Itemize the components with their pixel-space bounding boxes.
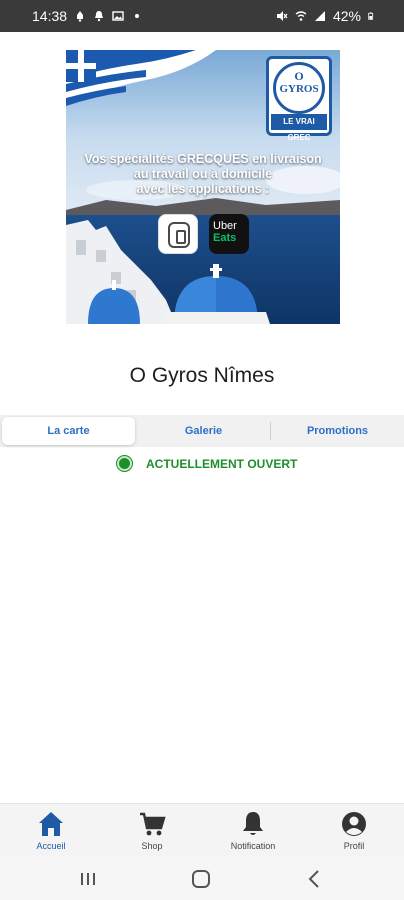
android-navigation-bar [0,857,404,900]
bell-icon [243,812,263,835]
ubereats-app-icon: Uber Eats [209,214,249,254]
nav-notification[interactable]: Notification [218,810,288,851]
notification-bell-icon [95,11,104,22]
status-bar: 14:38 42% [0,0,404,32]
battery-percent: 42% [332,8,361,24]
nav-profil[interactable]: Profil [319,810,389,851]
nav-shop[interactable]: Shop [117,810,187,851]
open-status: ACTUELLEMENT OUVERT [117,456,297,471]
tab-bar: La carte Galerie Promotions [0,415,404,447]
restaurant-title: O Gyros Nîmes [129,364,275,387]
tab-promotions[interactable]: Promotions [271,417,404,445]
status-indicator-dot [117,456,132,471]
banner-text: Vos spécialités GRECQUES en livraison au… [84,152,322,196]
dot-icon [135,14,140,18]
promo-banner[interactable]: O GYROS LE VRAI GREC Vos spécialités GRE… [66,50,340,324]
home-icon [39,812,63,836]
mute-icon [276,11,288,21]
signal-icon [314,11,325,21]
open-status-text: ACTUELLEMENT OUVERT [146,456,298,471]
deliveroo-app-icon [158,214,198,254]
cart-icon [140,812,166,836]
tab-galerie[interactable]: Galerie [137,417,270,445]
back-button-icon[interactable] [303,867,327,891]
o-gyros-logo: O GYROS LE VRAI GREC [266,56,332,142]
home-button-icon[interactable] [189,867,213,891]
profile-icon [342,812,366,836]
battery-icon [368,12,374,20]
bottom-navigation: Accueil Shop Notification Profil [0,803,404,857]
wifi-icon [295,11,307,21]
recent-apps-icon[interactable] [76,867,100,891]
alarm-icon [77,11,84,22]
image-icon [112,11,124,21]
nav-accueil[interactable]: Accueil [16,810,86,851]
status-time: 14:38 [32,8,68,24]
logo-tagline: LE VRAI GREC [271,114,327,142]
tab-la-carte[interactable]: La carte [2,417,135,445]
